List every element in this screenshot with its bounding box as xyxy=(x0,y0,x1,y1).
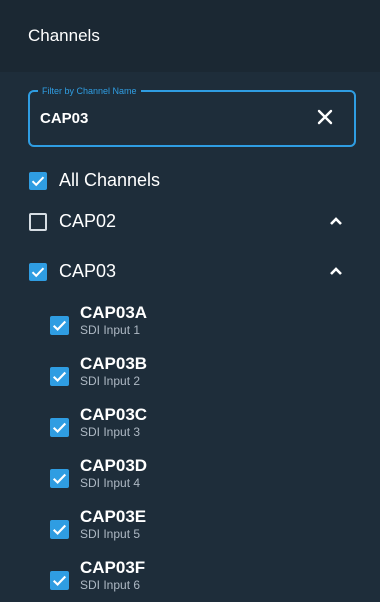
channel-item[interactable]: CAP03D SDI Input 4 xyxy=(50,457,147,491)
channel-input: SDI Input 1 xyxy=(80,323,141,337)
channel-item[interactable]: CAP03C SDI Input 3 xyxy=(50,406,147,440)
checkmark-icon xyxy=(52,473,67,485)
group-label-cap02: CAP02 xyxy=(59,211,117,231)
channel-item[interactable]: CAP03F SDI Input 6 xyxy=(50,559,145,593)
channel-name: CAP03F xyxy=(80,558,146,577)
filter-label: Filter by Channel Name xyxy=(38,84,141,98)
group-row-cap03[interactable]: CAP03 xyxy=(29,261,116,282)
channel-input: SDI Input 6 xyxy=(80,578,141,592)
checkmark-icon xyxy=(52,371,67,383)
all-channels-checkbox[interactable] xyxy=(29,171,47,190)
close-icon[interactable] xyxy=(316,108,334,126)
panel-header: Channels xyxy=(0,0,380,72)
channel-name: CAP03D xyxy=(80,456,148,475)
channel-item[interactable]: CAP03B SDI Input 2 xyxy=(50,355,147,389)
channel-checkbox[interactable] xyxy=(50,367,69,386)
channel-checkbox[interactable] xyxy=(50,469,69,488)
channel-filter-field[interactable]: Filter by Channel Name xyxy=(28,84,356,147)
checkmark-icon xyxy=(52,422,67,434)
channel-item[interactable]: CAP03E SDI Input 5 xyxy=(50,508,146,542)
panel-title: Channels xyxy=(28,26,100,45)
checkmark-icon xyxy=(52,575,67,587)
all-channels-row[interactable]: All Channels xyxy=(29,170,160,191)
group-row-cap02[interactable]: CAP02 xyxy=(29,211,116,232)
chevron-up-icon[interactable] xyxy=(328,263,344,279)
checkmark-icon xyxy=(31,267,45,277)
channel-checkbox[interactable] xyxy=(50,520,69,539)
checkmark-icon xyxy=(52,524,67,536)
channel-name: CAP03A xyxy=(80,303,148,322)
channel-checkbox[interactable] xyxy=(50,316,69,335)
channel-item[interactable]: CAP03A SDI Input 1 xyxy=(50,304,147,338)
chevron-up-icon[interactable] xyxy=(328,213,344,229)
channels-panel: Channels Filter by Channel Name All Chan… xyxy=(0,0,380,602)
channel-input: SDI Input 4 xyxy=(80,476,141,490)
group-checkbox-cap03[interactable] xyxy=(29,262,47,281)
channel-checkbox[interactable] xyxy=(50,418,69,437)
group-label-cap03: CAP03 xyxy=(59,261,117,281)
group-checkbox-cap02[interactable] xyxy=(29,212,47,231)
channel-name: CAP03C xyxy=(80,405,148,424)
channel-checkbox[interactable] xyxy=(50,571,69,590)
channel-input: SDI Input 3 xyxy=(80,425,141,439)
all-channels-label: All Channels xyxy=(59,170,161,190)
channel-input: SDI Input 2 xyxy=(80,374,141,388)
channel-name: CAP03E xyxy=(80,507,147,526)
channel-filter-input[interactable] xyxy=(40,110,300,127)
channel-input: SDI Input 5 xyxy=(80,527,141,541)
checkmark-icon xyxy=(52,320,67,332)
channel-name: CAP03B xyxy=(80,354,148,373)
checkmark-icon xyxy=(31,176,45,186)
